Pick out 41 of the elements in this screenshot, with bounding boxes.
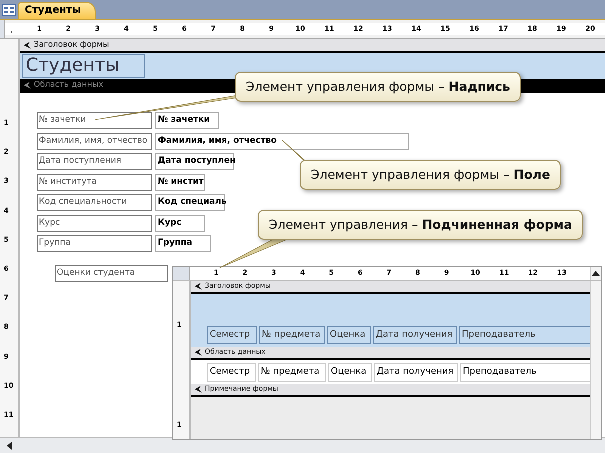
section-marker-icon: [24, 42, 31, 48]
field-label[interactable]: Группа: [37, 235, 152, 252]
section-marker-icon: [195, 386, 202, 393]
text-field[interactable]: № зачетки: [155, 112, 219, 129]
text-field[interactable]: Семестр: [207, 362, 256, 382]
field-label[interactable]: Курс: [37, 214, 152, 232]
text-field[interactable]: Курс: [155, 214, 205, 232]
field-label[interactable]: № института: [37, 174, 152, 190]
scroll-up-icon[interactable]: [592, 270, 600, 276]
text-field[interactable]: Преподаватель: [460, 362, 592, 382]
callout-tooltip: Элемент управления формы – Поле: [300, 160, 562, 190]
field-label[interactable]: Фамилия, имя, отчество: [37, 132, 152, 150]
field-label[interactable]: Дата поступления: [37, 153, 152, 170]
section-marker-icon: [195, 283, 202, 290]
section-marker-icon: [24, 82, 31, 88]
section-marker-icon: [195, 349, 202, 356]
vertical-scrollbar[interactable]: [590, 281, 601, 439]
callout-tooltip: Элемент управления формы – Надпись: [235, 72, 522, 102]
form-title-label[interactable]: Студенты: [22, 54, 145, 78]
section-bar[interactable]: Заголовок формы: [20, 39, 605, 53]
text-field[interactable]: № инстит: [155, 174, 205, 190]
form-icon: [2, 4, 16, 16]
column-label[interactable]: Преподаватель: [459, 326, 591, 344]
text-field[interactable]: Код специаль: [155, 194, 225, 211]
text-field[interactable]: Дата поступлен: [155, 153, 234, 170]
column-label[interactable]: Семестр: [207, 326, 257, 344]
column-label[interactable]: № предмета: [259, 326, 325, 344]
scroll-left-icon[interactable]: [6, 442, 12, 450]
column-label[interactable]: Оценка: [327, 326, 371, 344]
field-label[interactable]: Код специальности: [37, 194, 152, 211]
column-label[interactable]: Дата получения: [373, 326, 457, 344]
callout-tooltip: Элемент управления – Подчиненная форма: [258, 210, 584, 240]
document-tab[interactable]: Студенты: [18, 2, 96, 19]
text-field[interactable]: Оценка: [328, 362, 372, 382]
text-field[interactable]: № предмета: [258, 362, 326, 382]
subform-label[interactable]: Оценки студента: [55, 265, 168, 282]
text-field[interactable]: Дата получения: [374, 362, 458, 382]
field-label[interactable]: № зачетки: [37, 112, 152, 129]
text-field[interactable]: Фамилия, имя, отчество: [155, 132, 409, 150]
ruler-corner: [173, 267, 190, 280]
text-field[interactable]: Группа: [155, 235, 211, 252]
